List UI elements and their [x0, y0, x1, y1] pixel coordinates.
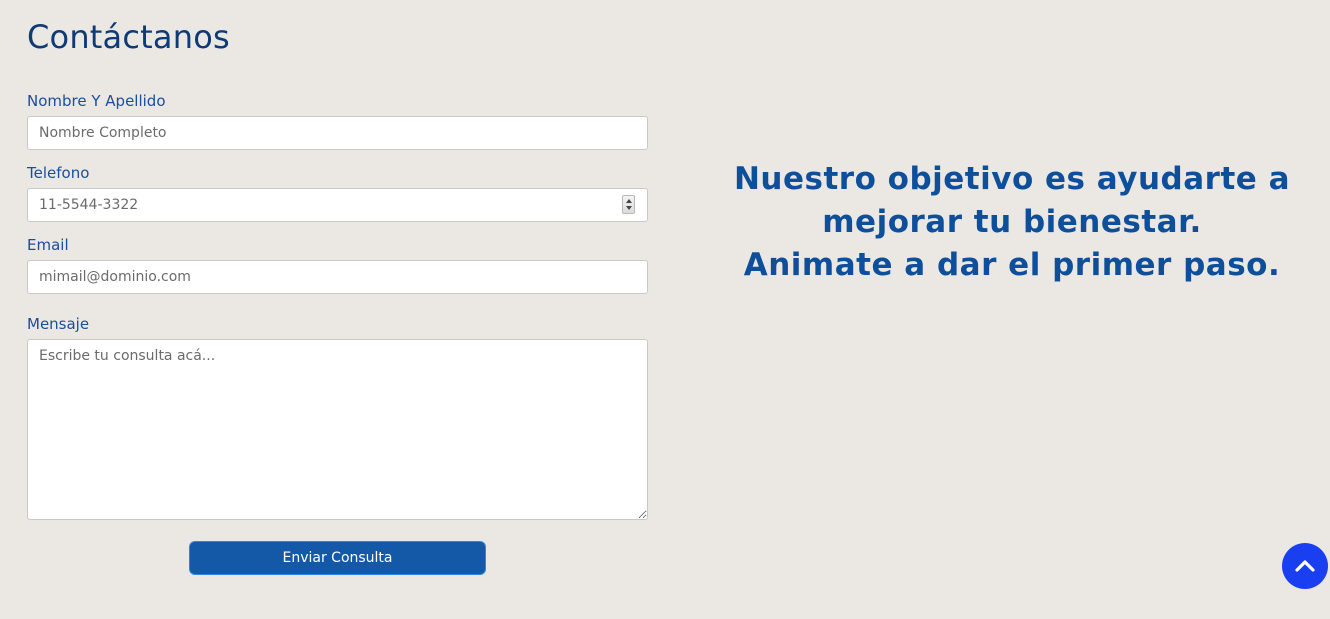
- tagline-line: Nuestro objetivo es ayudarte a: [733, 161, 1291, 197]
- tagline-line: Animate a dar el primer paso.: [743, 247, 1281, 283]
- tagline-line: mejorar tu bienestar.: [822, 204, 1202, 240]
- chevron-up-icon: [1295, 560, 1315, 572]
- name-label: Nombre Y Apellido: [27, 92, 166, 110]
- scroll-to-top-button[interactable]: [1282, 543, 1328, 589]
- page-title: Contáctanos: [27, 18, 230, 56]
- spinner-up-icon[interactable]: [626, 199, 632, 203]
- message-textarea[interactable]: [27, 339, 648, 520]
- tagline: Nuestro objetivo es ayudarte a mejorar t…: [697, 158, 1327, 287]
- phone-label: Telefono: [27, 164, 90, 182]
- spinner-down-icon[interactable]: [626, 206, 632, 210]
- phone-spinner[interactable]: [622, 195, 635, 214]
- message-label: Mensaje: [27, 315, 90, 333]
- phone-input[interactable]: [27, 188, 648, 222]
- email-input[interactable]: [27, 260, 648, 294]
- name-input[interactable]: [27, 116, 648, 150]
- email-label: Email: [27, 236, 69, 254]
- submit-button[interactable]: Enviar Consulta: [189, 541, 486, 575]
